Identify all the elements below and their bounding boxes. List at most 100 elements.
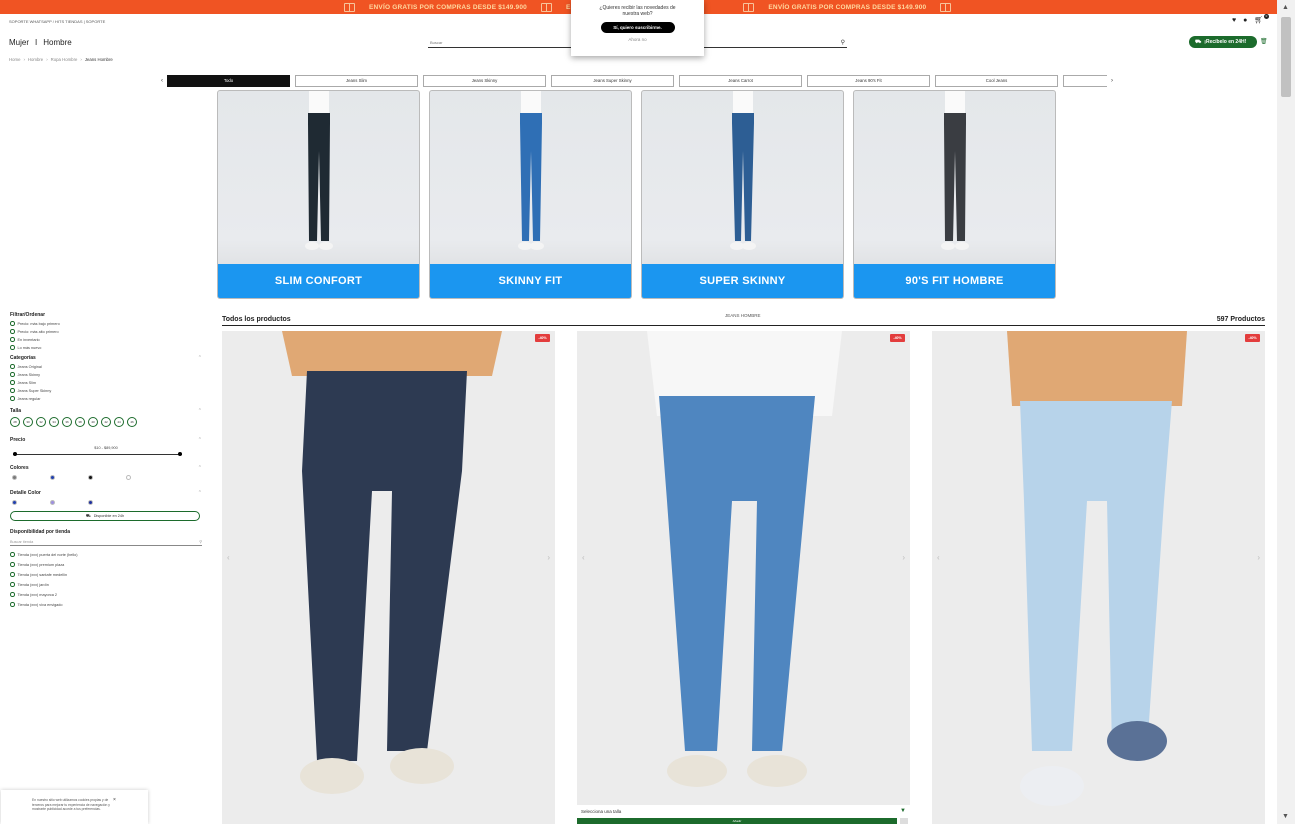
tab-cool-jeans[interactable]: Cool Jeans bbox=[935, 74, 1058, 87]
fit-card-skinny-fit[interactable]: SKINNY FIT bbox=[429, 90, 632, 299]
category-option[interactable]: Jeans Super Skinny bbox=[10, 388, 202, 393]
chevron-right-icon[interactable]: › bbox=[547, 553, 550, 562]
chevron-up-icon[interactable]: ⌃ bbox=[198, 355, 202, 361]
chevron-up-icon[interactable]: ⌃ bbox=[198, 490, 202, 496]
tab-jeans-carrot[interactable]: Jeans Carrot bbox=[679, 74, 802, 87]
gender-men-link[interactable]: Hombre bbox=[43, 38, 71, 47]
model-image bbox=[940, 91, 969, 250]
sort-option[interactable]: En inventario bbox=[10, 337, 202, 342]
fit-card-super-skinny[interactable]: SUPER SKINNY bbox=[641, 90, 844, 299]
color-swatch[interactable] bbox=[12, 475, 17, 480]
scroll-up-icon[interactable]: ▲ bbox=[1282, 4, 1289, 11]
color-swatch[interactable] bbox=[126, 475, 131, 480]
search-icon[interactable]: ⚲ bbox=[841, 39, 845, 46]
chevron-right-icon[interactable]: › bbox=[1257, 553, 1260, 562]
size-option[interactable]: 36 bbox=[62, 417, 72, 427]
available-24h-toggle[interactable]: ⛟ Disponible en 24h bbox=[10, 511, 200, 521]
chevron-down-icon[interactable]: ▼ bbox=[900, 808, 906, 814]
truck-icon: ⛟ bbox=[85, 513, 91, 518]
product-card[interactable]: -40% ‹ › bbox=[932, 331, 1265, 824]
store-option[interactable]: Tienda (xxx) premium plaza bbox=[10, 562, 202, 567]
store-option[interactable]: Tienda (xxx) mayorca 2 bbox=[10, 592, 202, 597]
price-min-handle[interactable] bbox=[13, 452, 17, 456]
size-option[interactable]: 40 bbox=[88, 417, 98, 427]
detail-color-header[interactable]: Detalle Color ⌃ bbox=[10, 490, 202, 496]
color-swatch[interactable] bbox=[50, 500, 55, 505]
page-scrollbar[interactable]: ▲ ▼ bbox=[1277, 0, 1295, 824]
user-icon[interactable]: ● bbox=[1243, 17, 1247, 25]
radio-icon bbox=[10, 388, 15, 393]
category-option[interactable]: Jeans Skinny bbox=[10, 372, 202, 377]
size-header[interactable]: Talla ⌃ bbox=[10, 408, 202, 414]
product-card[interactable]: -40% ‹ › bbox=[222, 331, 555, 824]
tab-jeans-super-skinny[interactable]: Jeans Super Skinny bbox=[551, 74, 674, 87]
sort-option[interactable]: Lo más nuevo bbox=[10, 345, 202, 350]
delivery-24h-button[interactable]: ⛟ ¡Recíbelo en 24H! bbox=[1189, 36, 1257, 48]
tab-jeans-slim[interactable]: Jeans Slim bbox=[295, 74, 418, 87]
tab-todo[interactable]: Todo bbox=[167, 74, 290, 87]
size-option[interactable]: 34 bbox=[49, 417, 59, 427]
chevron-right-icon[interactable]: › bbox=[1107, 78, 1117, 84]
size-option[interactable]: 46 bbox=[127, 417, 137, 427]
chevron-left-icon[interactable]: ‹ bbox=[157, 78, 167, 84]
store-option[interactable]: Tienda (xxx) jardín bbox=[10, 582, 202, 587]
chevron-right-icon[interactable]: › bbox=[902, 553, 905, 562]
cart-icon[interactable] bbox=[900, 818, 908, 824]
price-max-handle[interactable] bbox=[178, 452, 182, 456]
size-option[interactable]: 28 bbox=[10, 417, 20, 427]
close-icon[interactable]: × bbox=[113, 797, 116, 803]
search-icon[interactable]: ⚲ bbox=[199, 539, 202, 544]
add-to-cart-button[interactable]: Añadir bbox=[577, 818, 897, 824]
cart-icon[interactable]: 🛒︎ bbox=[1254, 17, 1263, 25]
size-option[interactable]: 38 bbox=[75, 417, 85, 427]
price-slider[interactable] bbox=[13, 452, 182, 456]
tab-jeans-90s-fit[interactable]: Jeans 90's Fit bbox=[807, 74, 930, 87]
scroll-down-icon[interactable]: ▼ bbox=[1282, 813, 1289, 820]
heart-icon[interactable]: ♥ bbox=[1232, 17, 1236, 25]
gender-women-link[interactable]: Mujer bbox=[9, 38, 29, 47]
category-option[interactable]: Jeans Original bbox=[10, 364, 202, 369]
chevron-up-icon[interactable]: ⌃ bbox=[198, 437, 202, 443]
breadcrumb-item[interactable]: Hombre bbox=[28, 57, 43, 62]
chevron-left-icon[interactable]: ‹ bbox=[582, 553, 585, 562]
fit-card-90s-fit[interactable]: 90'S FIT HOMBRE bbox=[853, 90, 1056, 299]
size-option[interactable]: 32 bbox=[36, 417, 46, 427]
store-option[interactable]: Tienda (xxx) puerta del norte (bello) bbox=[10, 552, 202, 557]
tab-more[interactable] bbox=[1063, 74, 1107, 87]
color-swatch[interactable] bbox=[50, 475, 55, 480]
price-header[interactable]: Precio ⌃ bbox=[10, 437, 202, 443]
store-option[interactable]: Tienda (xxx) viva envigado bbox=[10, 602, 202, 607]
tab-jeans-skinny[interactable]: Jeans Skinny bbox=[423, 74, 546, 87]
chevron-left-icon[interactable]: ‹ bbox=[937, 553, 940, 562]
trash-icon[interactable]: 🗑︎ bbox=[1260, 38, 1268, 45]
chevron-up-icon[interactable]: ⌃ bbox=[198, 408, 202, 414]
support-links[interactable]: SOPORTE WHATSAPP / HITS TIENDAS | SOPORT… bbox=[9, 19, 105, 24]
sort-option[interactable]: Precio: más alto primero bbox=[10, 329, 202, 334]
color-swatch[interactable] bbox=[88, 500, 93, 505]
size-option[interactable]: 30 bbox=[23, 417, 33, 427]
store-option[interactable]: Tienda (xxx) santafe medellín bbox=[10, 572, 202, 577]
size-option[interactable]: 44 bbox=[114, 417, 124, 427]
breadcrumb-item[interactable]: Home bbox=[9, 57, 20, 62]
product-image bbox=[1007, 331, 1187, 806]
color-swatch[interactable] bbox=[88, 475, 93, 480]
store-search-input[interactable]: Buscar tienda ⚲ bbox=[10, 538, 202, 546]
chevron-up-icon[interactable]: ⌃ bbox=[198, 465, 202, 471]
subscribe-button[interactable]: Sí, quiero suscribirme. bbox=[600, 22, 675, 33]
radio-icon bbox=[10, 582, 15, 587]
size-select[interactable]: Selecciona una talla ▼ bbox=[577, 805, 910, 817]
category-option[interactable]: Jeans Slim bbox=[10, 380, 202, 385]
categories-header[interactable]: Categorías ⌃ bbox=[10, 355, 202, 361]
not-now-link[interactable]: Ahora no bbox=[571, 37, 704, 42]
chevron-left-icon[interactable]: ‹ bbox=[227, 553, 230, 562]
color-swatch[interactable] bbox=[12, 500, 17, 505]
scroll-thumb[interactable] bbox=[1281, 17, 1291, 97]
sort-option[interactable]: Precio: más bajo primero bbox=[10, 321, 202, 326]
colors-header[interactable]: Colores ⌃ bbox=[10, 465, 202, 471]
radio-icon bbox=[10, 321, 15, 326]
fit-card-slim-confort[interactable]: SLIM CONFORT bbox=[217, 90, 420, 299]
category-option[interactable]: Jeans regular bbox=[10, 396, 202, 401]
size-option[interactable]: 42 bbox=[101, 417, 111, 427]
breadcrumb-item[interactable]: Ropa Hombre bbox=[51, 57, 78, 62]
product-card[interactable]: -40% ‹ › bbox=[577, 331, 910, 805]
